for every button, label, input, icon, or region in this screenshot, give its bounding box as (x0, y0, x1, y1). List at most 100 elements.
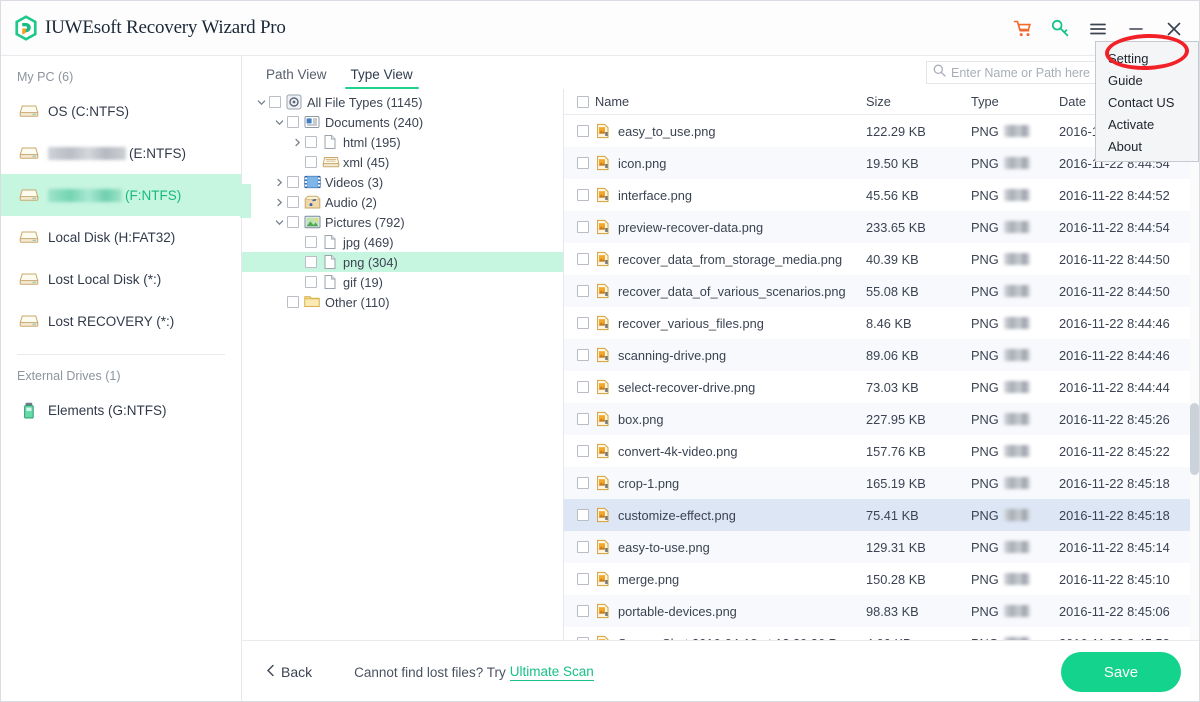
hard-disk-icon (19, 187, 39, 203)
tree-node-checkbox[interactable] (269, 96, 281, 108)
row-checkbox[interactable] (577, 477, 589, 489)
tree-node[interactable]: Documents (240) (242, 112, 563, 132)
ultimate-scan-link[interactable]: Ultimate Scan (509, 664, 594, 681)
sidebar-item-drive-lost-local-disk[interactable]: Lost Local Disk (*:) (1, 258, 241, 300)
file-date: 2016-11-22 8:44:50 (1059, 251, 1170, 267)
row-checkbox[interactable] (577, 157, 589, 169)
sidebar-item-drive-elements-g[interactable]: Elements (G:NTFS) (1, 389, 241, 431)
tree-node[interactable]: Pictures (792) (242, 212, 563, 232)
tree-node-label: xml (45) (343, 154, 390, 170)
file-size: 75.41 KB (866, 507, 919, 523)
table-row[interactable]: box.png 227.95 KB PNG 2016-11-22 8:45:26 (564, 403, 1199, 435)
image-file-icon (595, 155, 611, 171)
row-checkbox[interactable] (577, 189, 589, 201)
row-checkbox[interactable] (577, 285, 589, 297)
row-checkbox[interactable] (577, 445, 589, 457)
table-row[interactable]: merge.png 150.28 KB PNG 2016-11-22 8:45:10 (564, 563, 1199, 595)
menu-item-activate[interactable]: Activate (1096, 113, 1198, 135)
chevron-down-icon[interactable] (254, 98, 269, 107)
tree-node-checkbox[interactable] (305, 256, 317, 268)
table-row[interactable]: convert-4k-video.png 157.76 KB PNG 2016-11-… (564, 435, 1199, 467)
chevron-down-icon[interactable] (272, 218, 287, 227)
settings-dropdown-menu: Setting Guide Contact US Activate About (1095, 41, 1199, 162)
tree-node-checkbox[interactable] (287, 216, 299, 228)
table-row[interactable]: preview-recover-data.png 233.65 KB PNG 2016… (564, 211, 1199, 243)
table-row[interactable]: interface.png 45.56 KB PNG 2016-11-22 8:44:… (564, 179, 1199, 211)
tree-node-checkbox[interactable] (287, 196, 299, 208)
tree-node[interactable]: Other (110) (242, 292, 563, 312)
tab-path-view[interactable]: Path View (260, 67, 333, 89)
blurred-type-suffix (1003, 605, 1030, 617)
table-row[interactable]: customize-effect.png 75.41 KB PNG 2016-11-2… (564, 499, 1199, 531)
tree-node[interactable]: png (304) (242, 252, 563, 272)
tab-type-view[interactable]: Type View (344, 67, 419, 89)
table-row[interactable]: recover_data_from_storage_media.png 40.39… (564, 243, 1199, 275)
table-row[interactable]: recover_various_files.png 8.46 KB PNG 2016-… (564, 307, 1199, 339)
row-checkbox[interactable] (577, 221, 589, 233)
tree-node-checkbox[interactable] (287, 116, 299, 128)
tree-node[interactable]: html (195) (242, 132, 563, 152)
row-checkbox[interactable] (577, 573, 589, 585)
file-size: 122.29 KB (866, 123, 926, 139)
menu-item-guide[interactable]: Guide (1096, 69, 1198, 91)
menu-item-about[interactable]: About (1096, 135, 1198, 157)
tree-node[interactable]: All File Types (1145) (242, 92, 563, 112)
sidebar-item-drive-lost-recovery[interactable]: Lost RECOVERY (*:) (1, 300, 241, 342)
cart-icon[interactable] (1003, 9, 1041, 49)
save-button[interactable]: Save (1061, 652, 1181, 692)
chevron-down-icon[interactable] (272, 118, 287, 127)
table-row[interactable]: easy-to-use.png 129.31 KB PNG 2016-11-22 8:… (564, 531, 1199, 563)
sidebar-item-drive-f[interactable]: (F:NTFS) (1, 174, 241, 216)
tree-node-checkbox[interactable] (305, 136, 317, 148)
tree-node-checkbox[interactable] (287, 296, 299, 308)
file-date: 2016-11-22 8:45:10 (1059, 571, 1170, 587)
file-rows: easy_to_use.png122.29 KBPNG2016-11-22 8:… (564, 115, 1199, 659)
column-header-type[interactable]: Type (971, 94, 1059, 109)
chevron-right-icon[interactable] (290, 138, 305, 147)
row-checkbox[interactable] (577, 125, 589, 137)
tree-node-checkbox[interactable] (305, 156, 317, 168)
tree-node-checkbox[interactable] (305, 276, 317, 288)
chevron-right-icon[interactable] (272, 178, 287, 187)
table-row[interactable]: recover_data_of_various_scenarios.png 55.… (564, 275, 1199, 307)
sidebar-item-drive-local-disk-h[interactable]: Local Disk (H:FAT32) (1, 216, 241, 258)
column-header-name[interactable]: Name (595, 94, 629, 109)
column-header-size[interactable]: Size (866, 94, 971, 109)
file-list-vertical-scrollbar[interactable] (1190, 115, 1199, 673)
hint-text: Cannot find lost files? Try (354, 664, 506, 680)
sidebar-item-drive-e[interactable]: (E:NTFS) (1, 132, 241, 174)
chevron-right-icon[interactable] (272, 198, 287, 207)
table-row[interactable]: crop-1.png 165.19 KB PNG 2016-11-22 8:45:18 (564, 467, 1199, 499)
sidebar-item-drive-os-c[interactable]: OS (C:NTFS) (1, 90, 241, 132)
hard-disk-icon (19, 271, 39, 287)
tree-node-checkbox[interactable] (305, 236, 317, 248)
tree-node[interactable]: Videos (3) (242, 172, 563, 192)
sidebar-item-label: Lost Local Disk (*:) (48, 271, 162, 287)
row-checkbox[interactable] (577, 253, 589, 265)
row-checkbox[interactable] (577, 413, 589, 425)
row-checkbox[interactable] (577, 509, 589, 521)
row-checkbox[interactable] (577, 541, 589, 553)
tree-node-checkbox[interactable] (287, 176, 299, 188)
table-row[interactable]: select-recover-drive.png 73.03 KB PNG 2016-… (564, 371, 1199, 403)
row-checkbox[interactable] (577, 381, 589, 393)
tree-node[interactable]: Audio (2) (242, 192, 563, 212)
row-checkbox[interactable] (577, 317, 589, 329)
search-input[interactable] (951, 65, 1099, 80)
row-checkbox[interactable] (577, 605, 589, 617)
tree-node[interactable]: gif (19) (242, 272, 563, 292)
table-row[interactable]: scanning-drive.png 89.06 KB PNG 2016-11-22 … (564, 339, 1199, 371)
scrollbar-thumb-vertical[interactable] (1190, 403, 1199, 475)
tree-node[interactable]: xml (45) (242, 152, 563, 172)
menu-item-setting[interactable]: Setting (1096, 47, 1198, 69)
back-button[interactable]: Back (266, 664, 312, 680)
select-all-checkbox[interactable] (577, 95, 589, 108)
view-tabs: Path View Type View (242, 56, 1199, 89)
row-checkbox[interactable] (577, 349, 589, 361)
key-icon[interactable] (1041, 9, 1079, 49)
tree-node[interactable]: jpg (469) (242, 232, 563, 252)
search-box[interactable] (926, 61, 1104, 84)
menu-item-contact-us[interactable]: Contact US (1096, 91, 1198, 113)
table-row[interactable]: portable-devices.png 98.83 KB PNG 2016-11-2… (564, 595, 1199, 627)
image-file-icon (595, 443, 611, 459)
